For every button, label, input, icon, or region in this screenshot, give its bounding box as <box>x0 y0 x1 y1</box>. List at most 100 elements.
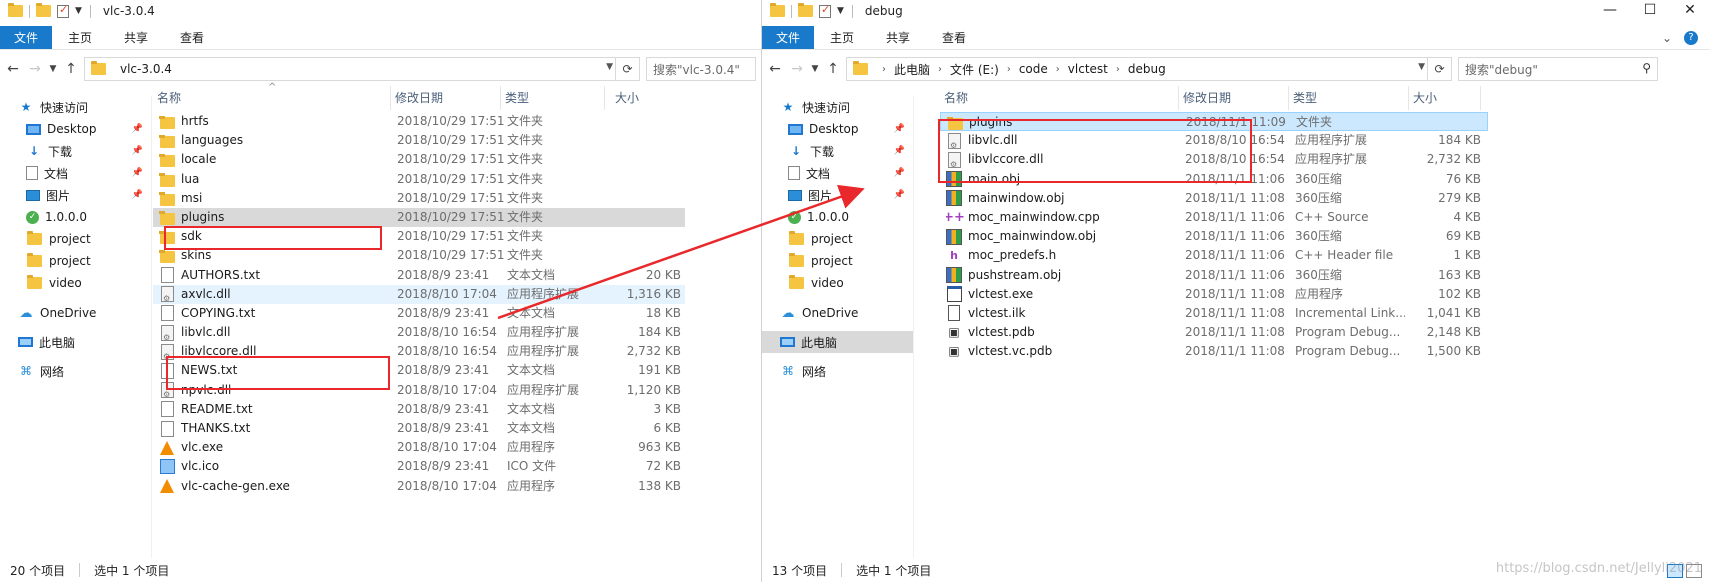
forward-arrow-icon[interactable]: → <box>24 61 46 77</box>
new-folder-icon[interactable] <box>36 3 51 17</box>
sidebar-item-文档[interactable]: 文档 📌 <box>762 162 913 184</box>
sidebar-item-网络[interactable]: ⌘ 网络 <box>762 360 913 382</box>
forward-arrow-icon[interactable]: → <box>786 61 808 77</box>
table-row[interactable]: libvlc.dll 2018/8/10 16:54 应用程序扩展 184 KB <box>153 323 685 342</box>
column-header-size[interactable]: 大小 <box>611 86 681 110</box>
address-bar[interactable]: vlc-3.0.4 ▼ ⟳ <box>84 57 640 81</box>
table-row[interactable]: vlc.ico 2018/8/9 23:41 ICO 文件 72 KB <box>153 457 685 476</box>
column-header-name[interactable]: 名称 <box>153 86 391 110</box>
sidebar-item-video[interactable]: video <box>762 272 913 294</box>
tab-file[interactable]: 文件 <box>762 26 814 49</box>
breadcrumb-code[interactable]: code <box>1019 62 1048 76</box>
table-row[interactable]: libvlc.dll 2018/8/10 16:54 应用程序扩展 184 KB <box>940 131 1488 150</box>
sidebar-item-此电脑[interactable]: 此电脑 <box>0 331 151 353</box>
pin-icon[interactable]: 📌 <box>132 190 143 200</box>
column-header-name[interactable]: 名称 <box>940 86 1179 110</box>
pin-icon[interactable]: 📌 <box>894 146 905 156</box>
breadcrumb-chevron-icon[interactable]: › <box>1007 64 1011 75</box>
maximize-icon[interactable]: ☐ <box>1630 0 1670 22</box>
table-row[interactable]: ++ moc_mainwindow.cpp 2018/11/1 11:06 C++ S… <box>940 208 1488 227</box>
breadcrumb-chevron-icon[interactable]: › <box>882 64 886 75</box>
table-row[interactable]: plugins 2018/10/29 17:51 文件夹 <box>153 207 685 228</box>
new-folder-icon[interactable] <box>798 3 813 17</box>
pin-icon[interactable]: 📌 <box>132 146 143 156</box>
search-icon[interactable]: ⚲ <box>1642 61 1651 75</box>
column-header-date[interactable]: 修改日期 <box>1179 86 1289 110</box>
sidebar-item-此电脑[interactable]: 此电脑 <box>762 331 913 353</box>
table-row[interactable]: vlctest.ilk 2018/11/1 11:08 Incremental Li… <box>940 304 1488 323</box>
search-input[interactable]: 搜索"vlc-3.0.4" <box>646 57 756 81</box>
refresh-icon[interactable]: ⟳ <box>615 58 639 80</box>
sidebar-item-onedrive[interactable]: ☁ OneDrive <box>762 302 913 324</box>
table-row[interactable]: pushstream.obj 2018/11/1 11:06 360压缩 163 KB <box>940 266 1488 285</box>
table-row[interactable]: NEWS.txt 2018/8/9 23:41 文本文档 191 KB <box>153 361 685 380</box>
table-row[interactable]: npvlc.dll 2018/8/10 17:04 应用程序扩展 1,120 KB <box>153 381 685 400</box>
sidebar-item-project[interactable]: project <box>762 228 913 250</box>
table-row[interactable]: msi 2018/10/29 17:51 文件夹 <box>153 189 685 208</box>
properties-icon[interactable] <box>819 3 831 18</box>
address-dropdown-icon[interactable]: ▼ <box>1418 62 1425 72</box>
back-arrow-icon[interactable]: ← <box>2 61 24 77</box>
sidebar-item-video[interactable]: video <box>0 272 151 294</box>
search-input[interactable]: 搜索"debug" ⚲ <box>1458 57 1658 81</box>
table-row[interactable]: ▣ vlctest.pdb 2018/11/1 11:08 Program Debug… <box>940 323 1488 342</box>
pin-icon[interactable]: 📌 <box>132 124 143 134</box>
customize-toolbar-dropdown-icon[interactable]: ▼ <box>837 6 844 16</box>
minimize-icon[interactable]: — <box>1590 0 1630 22</box>
sidebar-item-project[interactable]: project <box>0 228 151 250</box>
table-row[interactable]: moc_mainwindow.obj 2018/11/1 11:06 360压缩 69… <box>940 227 1488 246</box>
address-dropdown-icon[interactable]: ▼ <box>606 62 613 72</box>
tab-home[interactable]: 主页 <box>52 26 108 49</box>
customize-toolbar-dropdown-icon[interactable]: ▼ <box>75 6 82 16</box>
table-row[interactable]: vlctest.exe 2018/11/1 11:08 应用程序 102 KB <box>940 285 1488 304</box>
table-row[interactable]: lua 2018/10/29 17:51 文件夹 <box>153 170 685 189</box>
recent-locations-chevron-icon[interactable]: ▼ <box>46 64 60 74</box>
sidebar-item-desktop[interactable]: Desktop 📌 <box>0 118 151 140</box>
sidebar-item-project[interactable]: project <box>0 250 151 272</box>
sidebar-item-desktop[interactable]: Desktop 📌 <box>762 118 913 140</box>
table-row[interactable]: AUTHORS.txt 2018/8/9 23:41 文本文档 20 KB <box>153 266 685 285</box>
column-header-type[interactable]: 类型 <box>501 86 605 110</box>
column-header-size[interactable]: 大小 <box>1409 86 1481 110</box>
table-row[interactable]: mainwindow.obj 2018/11/1 11:08 360压缩 279 KB <box>940 189 1488 208</box>
address-bar[interactable]: › 此电脑 › 文件 (E:) › code › vlctest › debug… <box>846 57 1452 81</box>
sidebar-item-1.0.0.0[interactable]: ✓ 1.0.0.0 <box>762 206 913 228</box>
sidebar-item-下载[interactable]: ↓ 下载 📌 <box>0 140 151 162</box>
pin-icon[interactable]: 📌 <box>132 168 143 178</box>
sidebar-item-图片[interactable]: 图片 📌 <box>762 184 913 206</box>
tab-share[interactable]: 共享 <box>108 26 164 49</box>
table-row[interactable]: THANKS.txt 2018/8/9 23:41 文本文档 6 KB <box>153 419 685 438</box>
expand-ribbon-chevron-icon[interactable]: ⌄ <box>1662 28 1672 48</box>
up-arrow-icon[interactable]: ↑ <box>60 61 82 77</box>
properties-icon[interactable] <box>57 3 69 18</box>
table-row[interactable]: ▣ vlctest.vc.pdb 2018/11/1 11:08 Program De… <box>940 342 1488 361</box>
sidebar-item-网络[interactable]: ⌘ 网络 <box>0 360 151 382</box>
table-row[interactable]: libvlccore.dll 2018/8/10 16:54 应用程序扩展 2,732… <box>940 150 1488 169</box>
breadcrumb-segment[interactable]: vlc-3.0.4 <box>120 62 172 76</box>
table-row[interactable]: COPYING.txt 2018/8/9 23:41 文本文档 18 KB <box>153 304 685 323</box>
table-row[interactable]: axvlc.dll 2018/8/10 17:04 应用程序扩展 1,316 KB <box>153 284 685 304</box>
pin-icon[interactable]: 📌 <box>894 124 905 134</box>
tab-view[interactable]: 查看 <box>926 26 982 49</box>
breadcrumb-chevron-icon[interactable]: › <box>1116 64 1120 75</box>
folder-icon[interactable] <box>8 3 23 17</box>
table-row[interactable]: h moc_predefs.h 2018/11/1 11:06 C++ Header … <box>940 246 1488 265</box>
breadcrumb-debug[interactable]: debug <box>1128 62 1166 76</box>
pin-icon[interactable]: 📌 <box>894 190 905 200</box>
table-row[interactable]: libvlccore.dll 2018/8/10 16:54 应用程序扩展 2,732… <box>153 342 685 361</box>
breadcrumb-vlctest[interactable]: vlctest <box>1068 62 1108 76</box>
sidebar-item-图片[interactable]: 图片 📌 <box>0 184 151 206</box>
breadcrumb-drive-e[interactable]: 文件 (E:) <box>950 61 999 78</box>
tab-view[interactable]: 查看 <box>164 26 220 49</box>
table-row[interactable]: vlc.exe 2018/8/10 17:04 应用程序 963 KB <box>153 438 685 457</box>
breadcrumb-this-pc[interactable]: 此电脑 <box>894 61 930 78</box>
breadcrumb-chevron-icon[interactable]: › <box>1056 64 1060 75</box>
tab-share[interactable]: 共享 <box>870 26 926 49</box>
up-arrow-icon[interactable]: ↑ <box>822 61 844 77</box>
table-row[interactable]: main.obj 2018/11/1 11:06 360压缩 76 KB <box>940 170 1488 189</box>
sidebar-item-project[interactable]: project <box>762 250 913 272</box>
sidebar-item-快速访问[interactable]: ★ 快速访问 <box>762 96 913 118</box>
sidebar-item-下载[interactable]: ↓ 下载 📌 <box>762 140 913 162</box>
table-row[interactable]: README.txt 2018/8/9 23:41 文本文档 3 KB <box>153 400 685 419</box>
table-row[interactable]: sdk 2018/10/29 17:51 文件夹 <box>153 227 685 246</box>
